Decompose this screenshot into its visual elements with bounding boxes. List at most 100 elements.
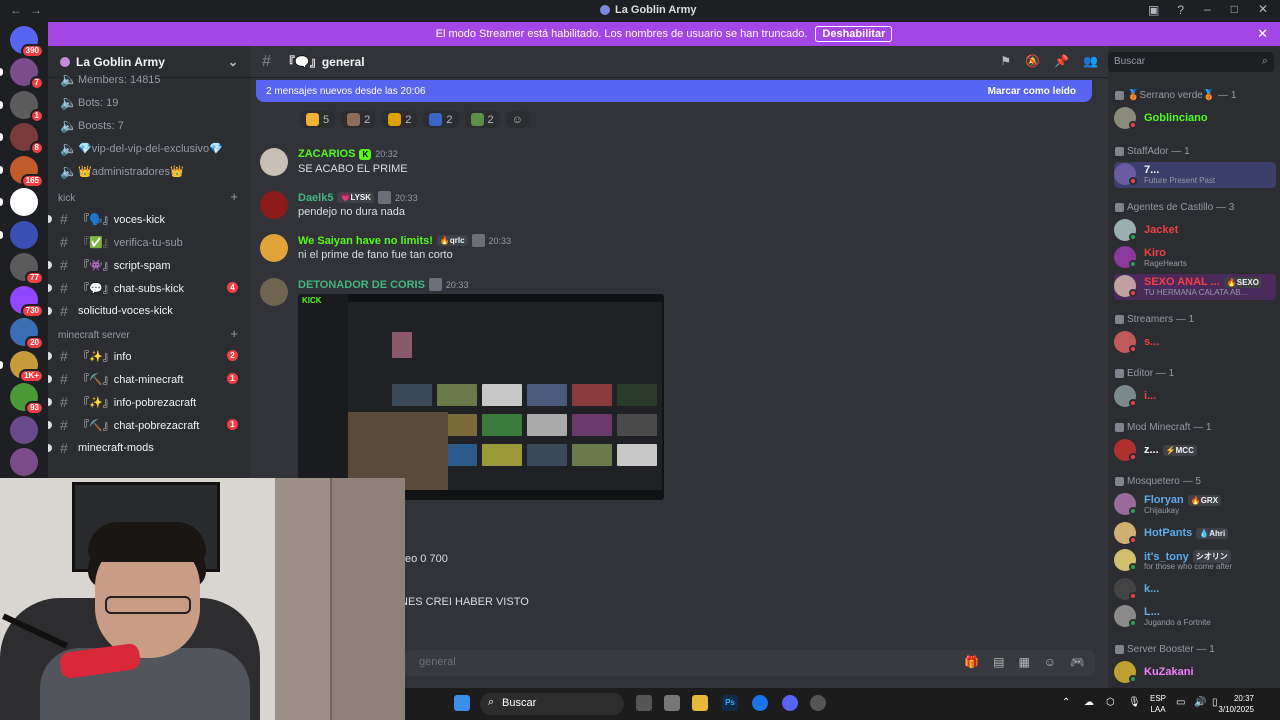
reaction-button[interactable]: 2: [464, 111, 500, 128]
threads-icon[interactable]: ⚑: [1000, 54, 1011, 68]
server-icon-7[interactable]: 77: [10, 253, 44, 285]
pin-icon[interactable]: 📌: [1054, 54, 1069, 68]
text-channel[interactable]: # 『✨』info-pobrezacraft: [48, 390, 250, 413]
dm-button[interactable]: 390: [10, 26, 44, 58]
volume-icon[interactable]: 🔊: [1194, 697, 1206, 708]
app-icon[interactable]: [664, 695, 680, 711]
add-channel-icon[interactable]: +: [230, 189, 238, 204]
author-name[interactable]: DETONADOR DE CORIS: [298, 279, 425, 291]
server-icon-13[interactable]: [10, 448, 38, 476]
member-row[interactable]: k...: [1114, 577, 1276, 603]
category-header[interactable]: minecraft server +: [48, 322, 250, 344]
user-avatar[interactable]: [260, 191, 288, 219]
search-input[interactable]: Buscar ⌕: [1108, 52, 1274, 72]
reaction-button[interactable]: 2: [423, 111, 459, 128]
start-icon[interactable]: [454, 695, 470, 711]
nav-arrows[interactable]: ←→: [10, 3, 50, 17]
user-avatar[interactable]: [260, 148, 288, 176]
add-reaction-button[interactable]: ☺: [505, 111, 529, 128]
server-icon-4[interactable]: 165: [10, 155, 44, 188]
member-row[interactable]: Goblinciano: [1114, 106, 1276, 132]
reaction-button[interactable]: 2: [341, 111, 377, 128]
mark-read-button[interactable]: Marcar como leído: [988, 86, 1076, 97]
author-name[interactable]: Daelk5: [298, 192, 333, 204]
member-row[interactable]: z... ⚡MCC: [1114, 438, 1276, 464]
member-row[interactable]: Floryan 🔥GRX Chijaukay: [1114, 492, 1276, 518]
member-row[interactable]: HotPants 💧Ahri: [1114, 521, 1276, 547]
clock[interactable]: 20:37 3/10/2025: [1218, 693, 1254, 715]
server-icon-8[interactable]: 730: [10, 285, 44, 318]
chrome-icon[interactable]: [752, 695, 768, 711]
user-avatar[interactable]: [260, 278, 288, 306]
server-icon-5[interactable]: [10, 188, 38, 216]
text-channel[interactable]: # solicitud-voces-kick: [48, 299, 250, 322]
user-avatar[interactable]: [260, 234, 288, 262]
add-channel-icon[interactable]: +: [230, 326, 238, 341]
task-view-icon[interactable]: [636, 695, 652, 711]
reaction-button[interactable]: 2: [382, 111, 418, 128]
member-row[interactable]: Kiro RageHearts: [1114, 245, 1276, 271]
inbox-icon[interactable]: ▣: [1148, 3, 1159, 17]
text-channel[interactable]: # 『⛏️』chat-pobrezacraft 1: [48, 413, 250, 436]
voice-channel[interactable]: 🔈 💎vip-del-vip-del-exclusivo💎: [48, 137, 250, 160]
member-row[interactable]: Jacket: [1114, 218, 1276, 244]
maximize-icon[interactable]: □: [1231, 2, 1238, 16]
server-icon-10[interactable]: 1K+: [10, 350, 44, 383]
onedrive-icon[interactable]: ☁: [1084, 697, 1094, 708]
text-channel[interactable]: # 『🗣️』voces-kick: [48, 207, 250, 230]
emoji-icon[interactable]: ☺: [1044, 655, 1056, 669]
tray-chevron-icon[interactable]: ⌃: [1062, 697, 1070, 708]
member-row[interactable]: i...: [1114, 384, 1276, 410]
obs-icon[interactable]: [810, 695, 826, 711]
server-icon-1[interactable]: 7: [10, 58, 44, 90]
member-row[interactable]: 7... Future Present Past: [1114, 162, 1276, 188]
server-icon-3[interactable]: 8: [10, 123, 44, 155]
chevron-down-icon[interactable]: ⌄: [228, 55, 238, 69]
member-row[interactable]: SEXO ANAL ... 🔥SEXO TU HERMANA CALATA AB..…: [1114, 274, 1276, 300]
disable-button[interactable]: Deshabilitar: [815, 26, 893, 42]
battery-icon[interactable]: ▯: [1212, 697, 1218, 708]
server-icon-12[interactable]: [10, 415, 38, 444]
close-banner-icon[interactable]: ✕: [1257, 26, 1268, 42]
server-icon-9[interactable]: 20: [10, 318, 44, 350]
gift-icon[interactable]: 🎁: [964, 655, 979, 669]
server-icon-11[interactable]: 93: [10, 383, 44, 415]
text-channel[interactable]: # 『⛏️』chat-minecraft 1: [48, 367, 250, 390]
text-channel[interactable]: # 『💬』chat-subs-kick 4: [48, 276, 250, 299]
photoshop-icon[interactable]: Ps: [722, 695, 738, 711]
defender-icon[interactable]: ⬡: [1106, 697, 1115, 708]
member-row[interactable]: KuZakani: [1114, 660, 1276, 686]
image-attachment[interactable]: KICK: [298, 294, 664, 500]
help-icon[interactable]: ?: [1177, 3, 1184, 17]
taskbar-search[interactable]: ⌕ Buscar: [480, 693, 624, 715]
members-icon[interactable]: 👥: [1083, 54, 1098, 68]
sticker-icon[interactable]: ▦: [1018, 655, 1029, 669]
new-messages-bar[interactable]: 2 mensajes nuevos desde las 20:06 Marcar…: [256, 80, 1092, 102]
category-header[interactable]: kick +: [48, 185, 250, 207]
author-name[interactable]: We Saiyan have no limits!: [298, 235, 433, 247]
text-channel[interactable]: # 『✅』verifica-tu-sub: [48, 230, 250, 253]
message-composer[interactable]: general 🎁 ▤ ▦ ☺ 🎮: [405, 650, 1095, 676]
member-row[interactable]: L... Jugando a Fortnite: [1114, 604, 1276, 630]
file-explorer-icon[interactable]: [692, 695, 708, 711]
author-name[interactable]: ZACARIOS: [298, 148, 355, 160]
mic-icon[interactable]: 🎙: [1128, 697, 1141, 708]
text-channel[interactable]: # minecraft-mods: [48, 436, 250, 459]
reaction-button[interactable]: 5: [300, 111, 336, 128]
apps-icon[interactable]: 🎮: [1070, 655, 1085, 669]
server-icon-2[interactable]: 1: [10, 90, 44, 123]
text-channel[interactable]: # 『✨』info 2: [48, 344, 250, 367]
mute-icon[interactable]: 🔕: [1025, 54, 1040, 68]
text-channel[interactable]: # 『👾』script-spam: [48, 253, 250, 276]
server-icon-6[interactable]: [10, 220, 38, 249]
close-icon[interactable]: ✕: [1258, 2, 1268, 16]
gif-icon[interactable]: ▤: [993, 655, 1004, 669]
unread-pill: [0, 133, 3, 141]
network-icon[interactable]: ▭: [1176, 697, 1185, 708]
member-row[interactable]: it's_tony シオリン for those who come after: [1114, 548, 1276, 574]
discord-icon[interactable]: [782, 695, 798, 711]
language-indicator[interactable]: ESP LAA: [1150, 693, 1166, 715]
member-row[interactable]: s...: [1114, 330, 1276, 356]
minimize-icon[interactable]: –: [1204, 2, 1211, 16]
voice-channel[interactable]: 🔈 👑administradores👑: [48, 160, 250, 183]
